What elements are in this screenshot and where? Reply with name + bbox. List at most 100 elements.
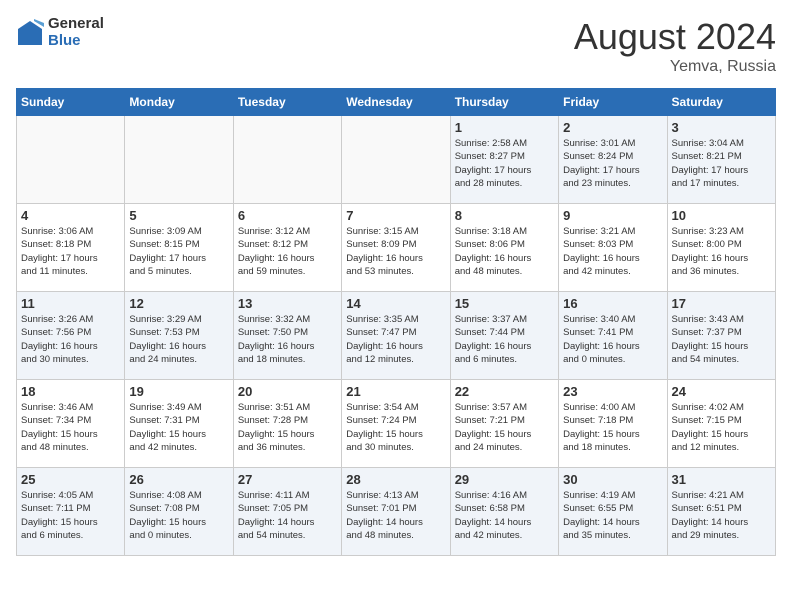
day-info: Sunrise: 2:58 AMSunset: 8:27 PMDaylight:… bbox=[455, 137, 554, 190]
day-number: 17 bbox=[672, 296, 771, 311]
page-header: General Blue August 2024 Yemva, Russia bbox=[16, 16, 776, 76]
calendar-day: 15 Sunrise: 3:37 AMSunset: 7:44 PMDayligh… bbox=[450, 292, 558, 380]
calendar-day: 18 Sunrise: 3:46 AMSunset: 7:34 PMDayligh… bbox=[17, 380, 125, 468]
calendar-day: 29 Sunrise: 4:16 AMSunset: 6:58 PMDayligh… bbox=[450, 468, 558, 556]
location-subtitle: Yemva, Russia bbox=[574, 58, 776, 76]
day-info: Sunrise: 4:16 AMSunset: 6:58 PMDaylight:… bbox=[455, 489, 554, 542]
day-number: 15 bbox=[455, 296, 554, 311]
calendar-day: 9Sunrise: 3:21 AMSunset: 8:03 PMDaylight… bbox=[559, 204, 667, 292]
day-number: 13 bbox=[238, 296, 337, 311]
day-number: 18 bbox=[21, 384, 120, 399]
day-info: Sunrise: 3:09 AMSunset: 8:15 PMDaylight:… bbox=[129, 225, 228, 278]
calendar-day: 20 Sunrise: 3:51 AMSunset: 7:28 PMDayligh… bbox=[233, 380, 341, 468]
day-number: 1 bbox=[455, 120, 554, 135]
title-block: August 2024 Yemva, Russia bbox=[574, 16, 776, 76]
calendar-day: 5 Sunrise: 3:09 AMSunset: 8:15 PMDaylight… bbox=[125, 204, 233, 292]
day-info: Sunrise: 4:05 AMSunset: 7:11 PMDaylight:… bbox=[21, 489, 120, 542]
calendar-table: SundayMondayTuesdayWednesdayThursdayFrid… bbox=[16, 88, 776, 556]
day-info: Sunrise: 3:49 AMSunset: 7:31 PMDaylight:… bbox=[129, 401, 228, 454]
day-info: Sunrise: 3:51 AMSunset: 7:28 PMDaylight:… bbox=[238, 401, 337, 454]
calendar-week-5: 25 Sunrise: 4:05 AMSunset: 7:11 PMDayligh… bbox=[17, 468, 776, 556]
calendar-day: 30Sunrise: 4:19 AMSunset: 6:55 PMDayligh… bbox=[559, 468, 667, 556]
day-info: Sunrise: 4:11 AMSunset: 7:05 PMDaylight:… bbox=[238, 489, 337, 542]
calendar-day: 10 Sunrise: 3:23 AMSunset: 8:00 PMDayligh… bbox=[667, 204, 775, 292]
day-info: Sunrise: 3:01 AMSunset: 8:24 PMDaylight:… bbox=[563, 137, 662, 190]
calendar-day: 27 Sunrise: 4:11 AMSunset: 7:05 PMDayligh… bbox=[233, 468, 341, 556]
day-number: 8 bbox=[455, 208, 554, 223]
day-info: Sunrise: 3:46 AMSunset: 7:34 PMDaylight:… bbox=[21, 401, 120, 454]
day-number: 10 bbox=[672, 208, 771, 223]
day-info: Sunrise: 4:13 AMSunset: 7:01 PMDaylight:… bbox=[346, 489, 445, 542]
day-info: Sunrise: 3:32 AMSunset: 7:50 PMDaylight:… bbox=[238, 313, 337, 366]
calendar-week-2: 4Sunrise: 3:06 AMSunset: 8:18 PMDaylight… bbox=[17, 204, 776, 292]
calendar-week-3: 11Sunrise: 3:26 AMSunset: 7:56 PMDayligh… bbox=[17, 292, 776, 380]
calendar-day: 3 Sunrise: 3:04 AMSunset: 8:21 PMDaylight… bbox=[667, 116, 775, 204]
weekday-header-saturday: Saturday bbox=[667, 89, 775, 116]
calendar-day: 22Sunrise: 3:57 AMSunset: 7:21 PMDayligh… bbox=[450, 380, 558, 468]
day-number: 4 bbox=[21, 208, 120, 223]
day-info: Sunrise: 3:54 AMSunset: 7:24 PMDaylight:… bbox=[346, 401, 445, 454]
calendar-day: 13 Sunrise: 3:32 AMSunset: 7:50 PMDayligh… bbox=[233, 292, 341, 380]
weekday-header-friday: Friday bbox=[559, 89, 667, 116]
day-number: 29 bbox=[455, 472, 554, 487]
weekday-header-row: SundayMondayTuesdayWednesdayThursdayFrid… bbox=[17, 89, 776, 116]
day-number: 3 bbox=[672, 120, 771, 135]
logo: General Blue bbox=[16, 16, 104, 49]
calendar-day bbox=[125, 116, 233, 204]
weekday-header-tuesday: Tuesday bbox=[233, 89, 341, 116]
day-number: 25 bbox=[21, 472, 120, 487]
calendar-day: 19 Sunrise: 3:49 AMSunset: 7:31 PMDayligh… bbox=[125, 380, 233, 468]
calendar-day: 31 Sunrise: 4:21 AMSunset: 6:51 PMDayligh… bbox=[667, 468, 775, 556]
day-info: Sunrise: 3:15 AMSunset: 8:09 PMDaylight:… bbox=[346, 225, 445, 278]
calendar-day bbox=[17, 116, 125, 204]
day-number: 5 bbox=[129, 208, 228, 223]
day-number: 23 bbox=[563, 384, 662, 399]
weekday-header-monday: Monday bbox=[125, 89, 233, 116]
calendar-day: 12 Sunrise: 3:29 AMSunset: 7:53 PMDayligh… bbox=[125, 292, 233, 380]
day-info: Sunrise: 3:40 AMSunset: 7:41 PMDaylight:… bbox=[563, 313, 662, 366]
day-number: 31 bbox=[672, 472, 771, 487]
day-number: 21 bbox=[346, 384, 445, 399]
day-number: 14 bbox=[346, 296, 445, 311]
day-number: 7 bbox=[346, 208, 445, 223]
day-number: 12 bbox=[129, 296, 228, 311]
day-info: Sunrise: 4:21 AMSunset: 6:51 PMDaylight:… bbox=[672, 489, 771, 542]
day-number: 22 bbox=[455, 384, 554, 399]
calendar-day: 11Sunrise: 3:26 AMSunset: 7:56 PMDayligh… bbox=[17, 292, 125, 380]
day-info: Sunrise: 3:43 AMSunset: 7:37 PMDaylight:… bbox=[672, 313, 771, 366]
day-info: Sunrise: 3:21 AMSunset: 8:03 PMDaylight:… bbox=[563, 225, 662, 278]
day-number: 20 bbox=[238, 384, 337, 399]
calendar-day: 1 Sunrise: 2:58 AMSunset: 8:27 PMDaylight… bbox=[450, 116, 558, 204]
day-number: 30 bbox=[563, 472, 662, 487]
day-number: 19 bbox=[129, 384, 228, 399]
day-info: Sunrise: 4:02 AMSunset: 7:15 PMDaylight:… bbox=[672, 401, 771, 454]
weekday-header-wednesday: Wednesday bbox=[342, 89, 450, 116]
calendar-day bbox=[342, 116, 450, 204]
calendar-day: 6Sunrise: 3:12 AMSunset: 8:12 PMDaylight… bbox=[233, 204, 341, 292]
calendar-day: 2Sunrise: 3:01 AMSunset: 8:24 PMDaylight… bbox=[559, 116, 667, 204]
calendar-day: 17 Sunrise: 3:43 AMSunset: 7:37 PMDayligh… bbox=[667, 292, 775, 380]
calendar-day: 7 Sunrise: 3:15 AMSunset: 8:09 PMDaylight… bbox=[342, 204, 450, 292]
day-number: 26 bbox=[129, 472, 228, 487]
calendar-day: 16 Sunrise: 3:40 AMSunset: 7:41 PMDayligh… bbox=[559, 292, 667, 380]
calendar-day: 21 Sunrise: 3:54 AMSunset: 7:24 PMDayligh… bbox=[342, 380, 450, 468]
calendar-day: 4Sunrise: 3:06 AMSunset: 8:18 PMDaylight… bbox=[17, 204, 125, 292]
day-info: Sunrise: 4:08 AMSunset: 7:08 PMDaylight:… bbox=[129, 489, 228, 542]
calendar-day: 25 Sunrise: 4:05 AMSunset: 7:11 PMDayligh… bbox=[17, 468, 125, 556]
day-info: Sunrise: 3:29 AMSunset: 7:53 PMDaylight:… bbox=[129, 313, 228, 366]
day-info: Sunrise: 4:00 AMSunset: 7:18 PMDaylight:… bbox=[563, 401, 662, 454]
day-number: 28 bbox=[346, 472, 445, 487]
month-year-title: August 2024 bbox=[574, 16, 776, 58]
day-number: 27 bbox=[238, 472, 337, 487]
calendar-day: 26 Sunrise: 4:08 AMSunset: 7:08 PMDayligh… bbox=[125, 468, 233, 556]
weekday-header-thursday: Thursday bbox=[450, 89, 558, 116]
day-info: Sunrise: 3:37 AMSunset: 7:44 PMDaylight:… bbox=[455, 313, 554, 366]
day-number: 6 bbox=[238, 208, 337, 223]
day-info: Sunrise: 3:23 AMSunset: 8:00 PMDaylight:… bbox=[672, 225, 771, 278]
day-number: 16 bbox=[563, 296, 662, 311]
day-info: Sunrise: 3:04 AMSunset: 8:21 PMDaylight:… bbox=[672, 137, 771, 190]
day-number: 24 bbox=[672, 384, 771, 399]
calendar-day: 24 Sunrise: 4:02 AMSunset: 7:15 PMDayligh… bbox=[667, 380, 775, 468]
weekday-header-sunday: Sunday bbox=[17, 89, 125, 116]
calendar-day bbox=[233, 116, 341, 204]
